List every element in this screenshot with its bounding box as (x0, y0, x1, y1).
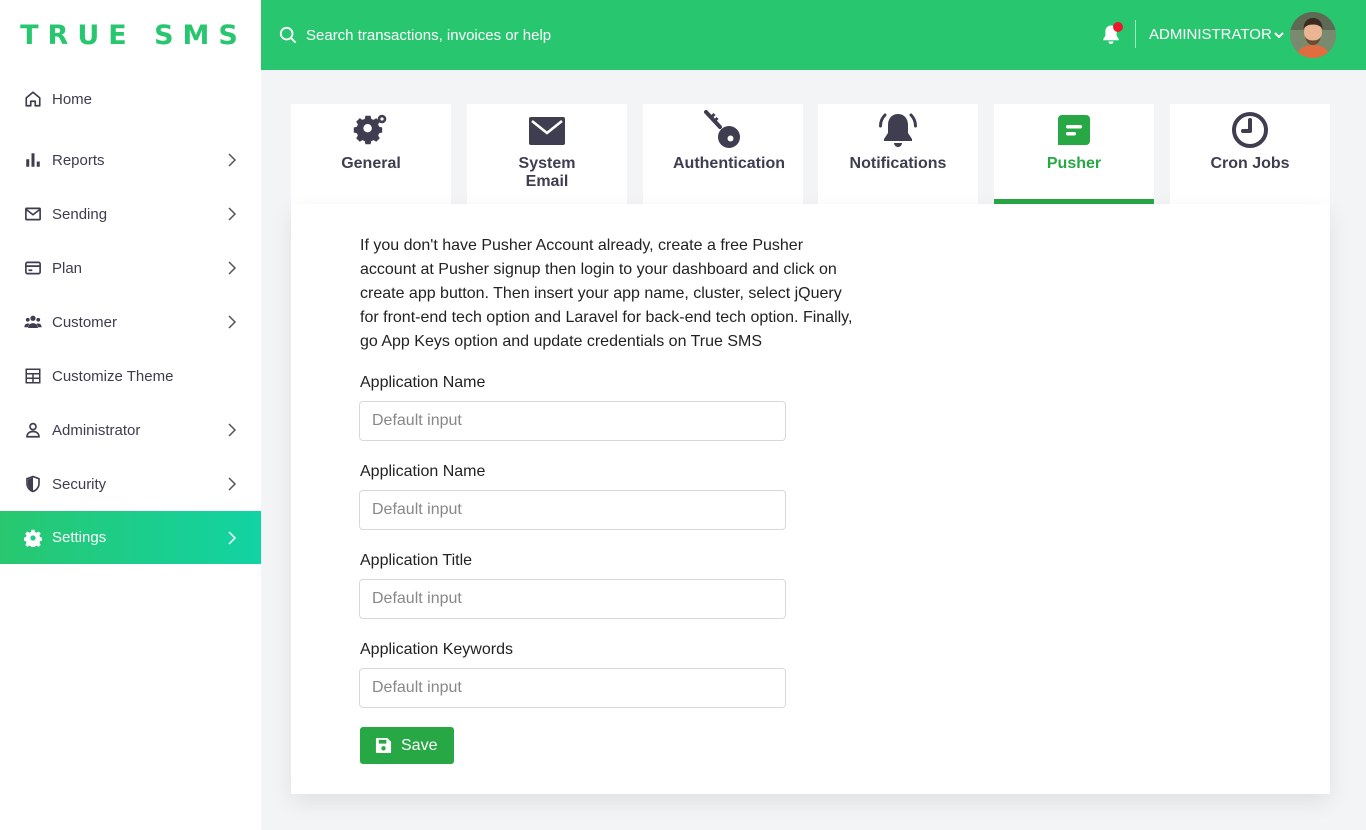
pusher-settings-panel: If you don't have Pusher Account already… (291, 204, 1330, 794)
field-label: Application Title (360, 552, 473, 569)
sidebar-item-reports[interactable]: Reports (0, 133, 261, 187)
application-keywords-input[interactable] (359, 668, 786, 708)
floppy-disk-icon (375, 737, 392, 754)
sidebar-item-administrator[interactable]: Administrator (0, 403, 261, 457)
chevron-right-icon (228, 207, 237, 221)
sidebar-item-label: Security (52, 475, 107, 493)
bar-chart-icon (24, 151, 42, 169)
bell-icon (878, 110, 918, 150)
sidebar-item-label: Plan (52, 259, 83, 277)
settings-tabs: General System Email Authentication Noti… (291, 104, 1330, 204)
tab-notifications[interactable]: Notifications (818, 104, 978, 204)
sidebar: TRUE SMS Home Reports Sending Plan Custo… (0, 0, 261, 830)
save-button-label: Save (401, 736, 438, 754)
chevron-right-icon (228, 261, 237, 275)
tab-label: Authentication (673, 155, 785, 172)
app-logo[interactable]: TRUE SMS (0, 0, 261, 70)
gear-icon (351, 110, 391, 150)
field-label: Application Keywords (360, 641, 513, 658)
tab-label: Notifications (849, 155, 947, 172)
shield-icon (24, 475, 42, 493)
tab-label: General (341, 155, 401, 172)
sidebar-item-settings[interactable]: Settings (0, 511, 261, 564)
user-name[interactable]: ADMINISTRATOR (1149, 26, 1272, 43)
envelope-icon (527, 110, 567, 150)
application-name-input-2[interactable] (359, 490, 786, 530)
sidebar-item-home[interactable]: Home (0, 71, 261, 127)
application-name-input[interactable] (359, 401, 786, 441)
mail-icon (24, 205, 42, 223)
tab-system-email[interactable]: System Email (467, 104, 627, 204)
avatar[interactable] (1290, 12, 1336, 58)
header-divider (1135, 20, 1136, 48)
tab-label: System Email (518, 155, 576, 190)
message-icon (1054, 110, 1094, 150)
application-title-input[interactable] (359, 579, 786, 619)
sidebar-item-label: Settings (52, 529, 107, 546)
credit-card-icon (24, 259, 42, 277)
chevron-right-icon (228, 315, 237, 329)
home-icon (24, 90, 42, 108)
chevron-right-icon (228, 477, 237, 491)
tab-label: Pusher (1046, 155, 1102, 172)
save-button[interactable]: Save (360, 727, 454, 764)
tab-pusher[interactable]: Pusher (994, 104, 1154, 204)
user-icon (24, 421, 42, 439)
tab-general[interactable]: General (291, 104, 451, 204)
gear-icon (24, 529, 42, 547)
sidebar-item-customize-theme[interactable]: Customize Theme (0, 349, 261, 403)
sidebar-item-customer[interactable]: Customer (0, 295, 261, 349)
sidebar-item-label: Sending (52, 205, 108, 223)
chevron-right-icon (228, 423, 237, 437)
chevron-down-icon[interactable] (1273, 29, 1285, 41)
sidebar-nav: Home Reports Sending Plan Customer Custo… (0, 71, 261, 564)
search-icon[interactable] (279, 26, 297, 44)
notification-badge (1113, 22, 1123, 32)
grid-icon (24, 367, 42, 385)
chevron-right-icon (228, 153, 237, 167)
clock-icon (1230, 110, 1270, 150)
intro-text: If you don't have Pusher Account already… (360, 237, 853, 350)
top-header: ADMINISTRATOR (261, 0, 1366, 70)
key-icon (703, 110, 743, 150)
sidebar-item-label: Customize Theme (52, 367, 174, 385)
tab-label: Cron Jobs (1210, 155, 1290, 172)
tab-authentication[interactable]: Authentication (643, 104, 803, 204)
sidebar-item-security[interactable]: Security (0, 457, 261, 511)
sidebar-item-plan[interactable]: Plan (0, 241, 261, 295)
sidebar-item-label: Home (52, 90, 93, 108)
sidebar-item-label: Administrator (52, 421, 141, 439)
sidebar-item-sending[interactable]: Sending (0, 187, 261, 241)
tab-cron-jobs[interactable]: Cron Jobs (1170, 104, 1330, 204)
sidebar-item-label: Reports (52, 151, 105, 169)
field-label: Application Name (360, 374, 486, 391)
field-label: Application Name (360, 463, 486, 480)
search-input[interactable] (306, 22, 726, 48)
chevron-right-icon (228, 530, 237, 545)
sidebar-item-label: Customer (52, 313, 118, 331)
users-icon (24, 313, 42, 331)
